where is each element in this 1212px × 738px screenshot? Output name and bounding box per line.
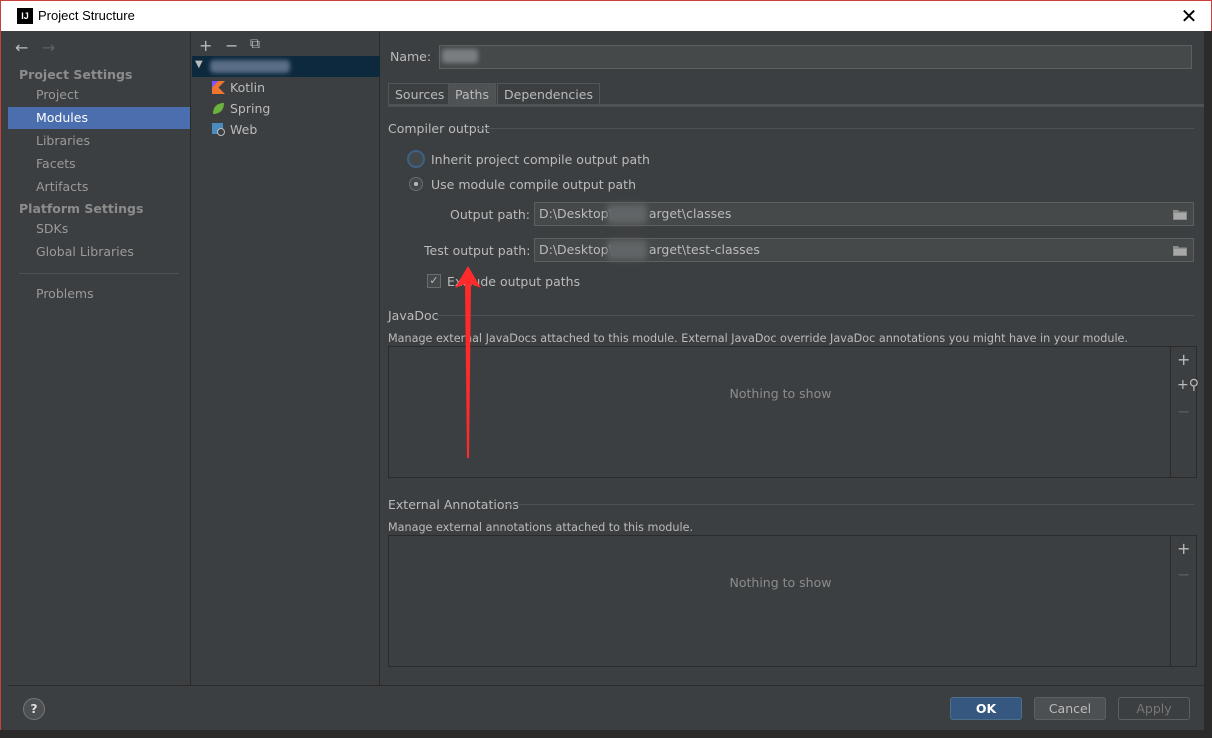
inherit-output-label[interactable]: Inherit project compile output path xyxy=(431,152,650,167)
window-title: Project Structure xyxy=(38,8,135,23)
group-divider xyxy=(505,504,1194,505)
tree-item-spring[interactable]: Spring xyxy=(213,99,271,119)
tab-dependencies[interactable]: Dependencies xyxy=(497,83,600,105)
intellij-app-icon: IJ xyxy=(17,8,33,24)
radio-selected-dot xyxy=(414,182,418,186)
spring-leaf-icon xyxy=(213,103,224,114)
nav-item-modules[interactable]: Modules xyxy=(8,107,190,129)
compiler-output-title: Compiler output xyxy=(388,121,490,136)
tree-item-web[interactable]: Web xyxy=(212,120,258,140)
background-window-edge xyxy=(1204,31,1212,731)
background-status-bar xyxy=(0,730,1212,738)
project-settings-header: Project Settings xyxy=(19,67,133,82)
nav-item-facets[interactable]: Facets xyxy=(8,153,190,175)
output-path-field[interactable]: D:\Desktop\ arget\classes xyxy=(534,202,1194,226)
javadoc-empty-text: Nothing to show xyxy=(729,386,832,401)
tree-item-label: Web xyxy=(230,122,258,137)
add-icon[interactable]: + xyxy=(1177,539,1190,558)
project-structure-dialog: IJ Project Structure ✕ ← → Project Setti… xyxy=(0,0,1212,738)
external-annotations-list-toolbar: + − xyxy=(1170,536,1196,666)
redacted-path-segment xyxy=(607,240,647,260)
javadoc-list-toolbar: + +⚲ − xyxy=(1170,347,1199,477)
ok-button[interactable]: OK xyxy=(950,697,1022,720)
folder-icon[interactable] xyxy=(1173,245,1187,256)
cancel-button[interactable]: Cancel xyxy=(1034,697,1106,720)
tree-item-label: Spring xyxy=(230,101,271,116)
external-annotations-list[interactable]: Nothing to show + − xyxy=(388,535,1197,667)
tab-underline xyxy=(388,104,1205,107)
nav-item-libraries[interactable]: Libraries xyxy=(8,130,190,152)
remove-icon[interactable]: − xyxy=(225,36,238,55)
copy-icon[interactable]: ⧉ xyxy=(250,36,260,52)
web-module-icon xyxy=(212,123,225,136)
expand-arrow-icon[interactable]: ▼ xyxy=(195,59,203,70)
dialog-button-bar: ? OK Cancel Apply xyxy=(8,685,1205,731)
output-path-value-end: arget\classes xyxy=(648,206,732,221)
output-path-value-start: D:\Desktop\ xyxy=(539,206,613,221)
remove-icon[interactable]: − xyxy=(1177,565,1190,584)
tree-item-kotlin[interactable]: Kotlin xyxy=(212,78,265,98)
use-module-output-label[interactable]: Use module compile output path xyxy=(431,177,636,192)
add-url-icon[interactable]: +⚲ xyxy=(1177,377,1199,393)
javadoc-title: JavaDoc xyxy=(388,308,439,323)
add-icon[interactable]: + xyxy=(199,36,212,55)
forward-arrow-icon[interactable]: → xyxy=(42,38,55,57)
test-output-path-value-start: D:\Desktop\ xyxy=(539,242,613,257)
apply-button[interactable]: Apply xyxy=(1118,697,1190,720)
test-output-path-value-end: arget\test-classes xyxy=(648,242,760,257)
nav-item-problems[interactable]: Problems xyxy=(8,283,190,305)
folder-icon[interactable] xyxy=(1173,209,1187,220)
test-output-path-label: Test output path: xyxy=(424,243,531,258)
tab-sources[interactable]: Sources xyxy=(388,83,452,105)
external-annotations-description: Manage external annotations attached to … xyxy=(388,521,694,534)
remove-icon[interactable]: − xyxy=(1177,402,1190,421)
exclude-output-checkbox[interactable]: ✓ xyxy=(427,274,441,288)
add-icon[interactable]: + xyxy=(1177,350,1190,369)
module-name-field[interactable] xyxy=(439,45,1192,69)
tree-item-label: Kotlin xyxy=(230,80,265,95)
module-settings-panel: Name: Sources Paths Dependencies Compile… xyxy=(381,32,1205,685)
external-annotations-empty-text: Nothing to show xyxy=(729,575,832,590)
platform-settings-header: Platform Settings xyxy=(19,201,144,216)
nav-item-artifacts[interactable]: Artifacts xyxy=(8,176,190,198)
title-bar: IJ Project Structure ✕ xyxy=(1,1,1211,31)
help-button[interactable]: ? xyxy=(23,698,45,720)
nav-item-sdks[interactable]: SDKs xyxy=(8,218,190,240)
javadoc-list[interactable]: Nothing to show + +⚲ − xyxy=(388,346,1199,478)
close-button[interactable]: ✕ xyxy=(1177,4,1201,28)
tab-paths[interactable]: Paths xyxy=(448,83,496,105)
back-arrow-icon[interactable]: ← xyxy=(15,38,28,57)
nav-item-global-libraries[interactable]: Global Libraries xyxy=(8,241,190,263)
use-module-output-radio[interactable] xyxy=(409,177,423,191)
group-divider xyxy=(477,128,1194,129)
red-arrow-annotation xyxy=(455,266,481,458)
module-tree-root[interactable]: ▼ xyxy=(192,56,380,77)
group-divider xyxy=(437,315,1194,316)
settings-navigation: ← → Project Settings Project Modules Lib… xyxy=(8,32,191,685)
redacted-module-name xyxy=(442,49,478,63)
inherit-output-radio[interactable] xyxy=(407,150,425,168)
external-annotations-title: External Annotations xyxy=(388,497,519,512)
redacted-module-name xyxy=(210,60,290,73)
module-tree-panel: + − ⧉ ▼ Kotlin Spring Web xyxy=(192,32,380,685)
name-label: Name: xyxy=(390,49,432,64)
output-path-label: Output path: xyxy=(450,207,531,222)
javadoc-description: Manage external JavaDocs attached to thi… xyxy=(388,332,1128,345)
kotlin-icon xyxy=(212,81,225,94)
nav-item-project[interactable]: Project xyxy=(8,84,190,106)
test-output-path-field[interactable]: D:\Desktop\ arget\test-classes xyxy=(534,238,1194,262)
nav-divider xyxy=(19,273,179,274)
redacted-path-segment xyxy=(607,204,647,224)
